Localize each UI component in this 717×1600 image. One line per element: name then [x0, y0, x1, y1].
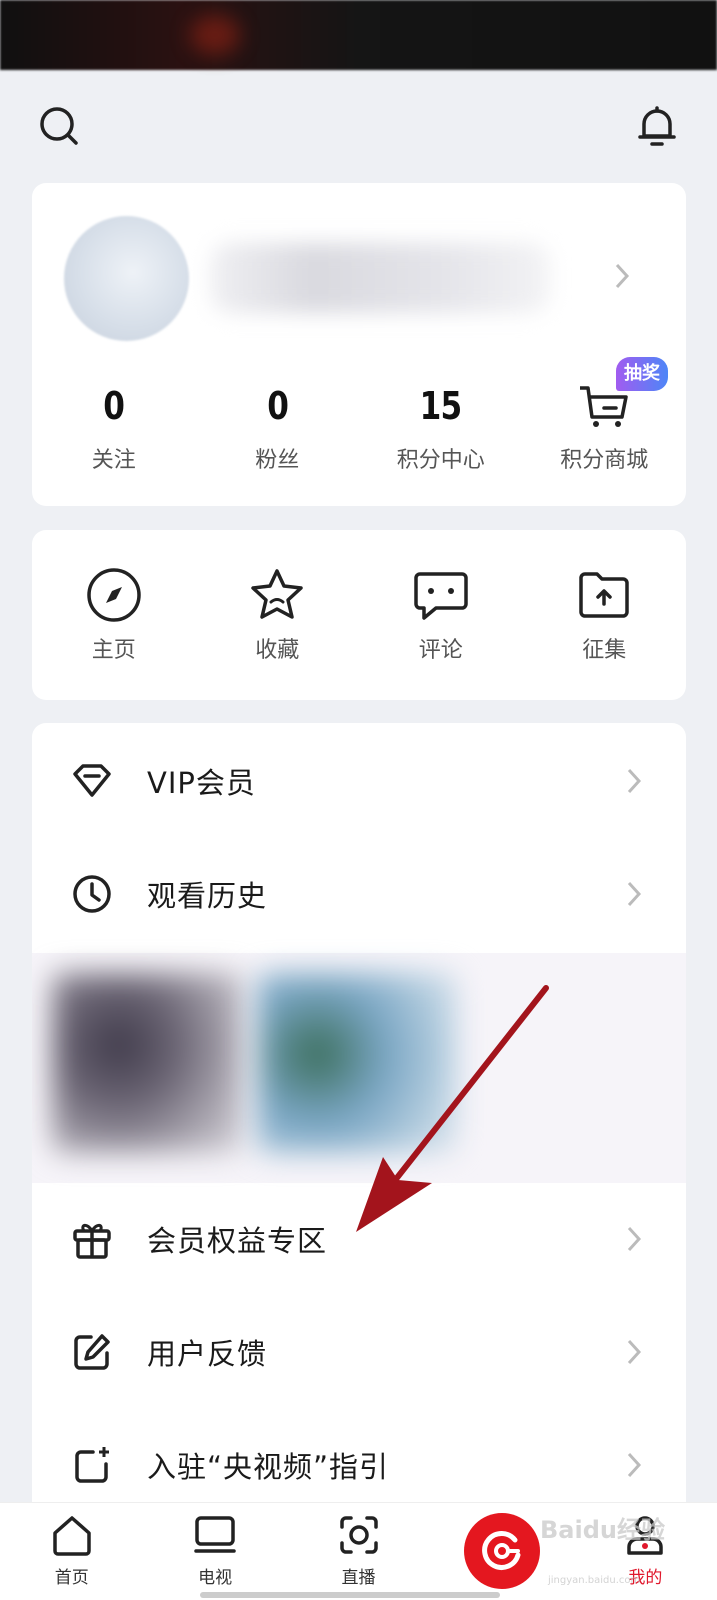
history-thumbnail[interactable] — [52, 973, 242, 1153]
edit-icon — [74, 1333, 110, 1370]
add-square-icon — [75, 1446, 109, 1483]
nav-label: 首页 — [54, 1568, 89, 1588]
menu-label: 观看历史 — [147, 878, 268, 913]
menu-label: VIP会员 — [147, 765, 256, 800]
clock-icon — [73, 874, 111, 913]
watermark-url: jingyan.baidu.com — [548, 1575, 641, 1586]
stat-fans[interactable]: 0 粉丝 — [196, 380, 360, 480]
home-indicator — [200, 1592, 500, 1598]
menu-member-benefits[interactable]: 会员权益专区 — [32, 1181, 686, 1296]
search-button[interactable] — [36, 103, 82, 149]
history-thumbnail[interactable] — [257, 973, 457, 1153]
nav-label: 直播 — [341, 1568, 376, 1588]
menu-history[interactable]: 观看历史 — [32, 836, 686, 951]
stat-label: 粉丝 — [255, 448, 300, 473]
stat-label: 积分中心 — [396, 448, 485, 473]
status-bar — [0, 0, 717, 70]
nav-tv[interactable]: 电视 — [143, 1503, 286, 1600]
stat-label: 关注 — [91, 448, 136, 473]
diamond-icon — [73, 763, 111, 797]
shortcut-homepage[interactable]: 主页 — [32, 530, 196, 700]
stat-following[interactable]: 0 关注 — [32, 380, 196, 480]
shortcut-label: 主页 — [91, 638, 136, 663]
shortcut-card: 主页 收藏 评论 征集 — [32, 530, 686, 700]
bell-icon — [638, 106, 676, 146]
shortcut-comments[interactable]: 评论 — [359, 530, 523, 700]
gift-icon — [73, 1223, 111, 1259]
stat-value: 0 — [103, 384, 125, 428]
profile-stats: 0 关注 0 粉丝 15 积分中心 积分商城 — [32, 380, 686, 480]
chevron-right-icon — [627, 1452, 642, 1477]
username-redacted[interactable] — [210, 243, 550, 313]
menu-card: VIP会员 观看历史 会员权益专区 用户反馈 入驻“央视频”指引 — [32, 723, 686, 1523]
nav-home[interactable]: 首页 — [0, 1503, 143, 1600]
chevron-right-icon — [627, 1339, 642, 1364]
stat-points-center[interactable]: 15 积分中心 — [359, 380, 523, 480]
menu-label: 用户反馈 — [147, 1336, 268, 1371]
stat-value: 0 — [266, 384, 289, 428]
lottery-badge[interactable]: 抽奖 — [616, 357, 668, 391]
star-icon — [251, 569, 303, 619]
notification-button[interactable] — [634, 103, 680, 149]
shortcut-favorites[interactable]: 收藏 — [196, 530, 360, 700]
compass-icon — [87, 568, 141, 622]
folder-upload-icon — [579, 572, 629, 618]
status-bar-blur — [190, 15, 240, 55]
shortcut-label: 征集 — [582, 638, 627, 663]
stat-value: 15 — [419, 384, 463, 428]
stat-label: 积分商城 — [560, 448, 649, 473]
menu-feedback[interactable]: 用户反馈 — [32, 1294, 686, 1409]
live-icon — [339, 1516, 378, 1554]
search-icon — [40, 107, 78, 145]
shortcut-collection[interactable]: 征集 — [523, 530, 687, 700]
profile-card: 0 关注 0 粉丝 15 积分中心 积分商城 抽奖 — [32, 183, 686, 506]
nav-label: 电视 — [198, 1568, 233, 1588]
history-thumbnails — [32, 953, 686, 1183]
center-logo-icon — [482, 1531, 521, 1570]
menu-label: 入驻“央视频”指引 — [147, 1449, 390, 1484]
stat-points-mall[interactable]: 积分商城 — [523, 380, 687, 480]
tv-icon — [194, 1516, 236, 1553]
watermark-logo: Baidu经验 — [540, 1516, 665, 1544]
shortcut-label: 收藏 — [255, 638, 300, 663]
chevron-right-icon[interactable] — [612, 261, 632, 291]
chevron-right-icon — [627, 881, 642, 906]
menu-vip[interactable]: VIP会员 — [32, 723, 686, 838]
comment-icon — [414, 572, 468, 620]
shortcut-label: 评论 — [418, 638, 463, 663]
nav-live[interactable]: 直播 — [287, 1503, 430, 1600]
home-icon — [52, 1516, 91, 1556]
avatar[interactable] — [64, 216, 189, 341]
menu-label: 会员权益专区 — [147, 1223, 328, 1258]
chevron-right-icon — [627, 1226, 642, 1251]
chevron-right-icon — [627, 768, 642, 793]
